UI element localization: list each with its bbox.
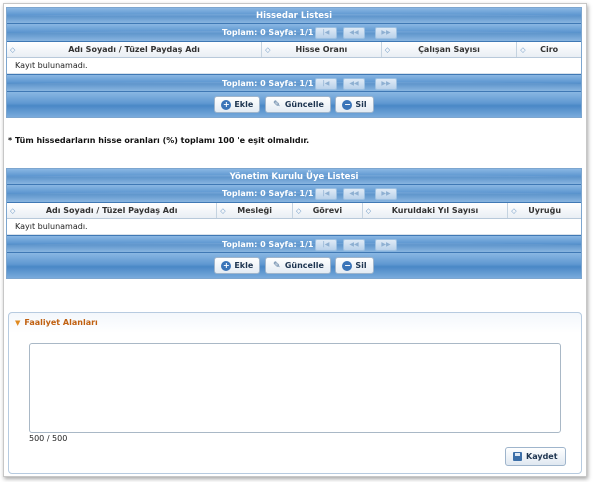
sort-icon: ◇ <box>10 46 16 54</box>
grid-title: Hissedar Listesi <box>7 8 581 24</box>
sort-icon: ◇ <box>10 207 16 215</box>
floppy-disk-icon <box>513 452 522 461</box>
column-header[interactable]: ◇ Kuruldaki Yıl Sayısı <box>363 203 509 218</box>
pencil-icon: ✎ <box>273 99 281 110</box>
sort-icon: ◇ <box>384 46 391 54</box>
minus-icon: − <box>342 99 353 110</box>
grid-title: Yönetim Kurulu Üye Listesi <box>7 169 581 185</box>
sort-icon: ◇ <box>265 46 271 54</box>
sort-icon: ◇ <box>220 207 226 215</box>
first-page-button[interactable]: |◀ <box>315 78 337 90</box>
next-page-button[interactable]: ▶▶ <box>375 27 397 39</box>
validation-note: * Tüm hissedarların hisse oranları (%) t… <box>8 136 310 145</box>
plus-icon: + <box>221 99 232 110</box>
sort-icon: ◇ <box>520 46 526 54</box>
pager-bottom: Toplam: 0 Sayfa: 1/1 |◀ ◀◀ ▶▶ <box>7 235 581 253</box>
sort-icon: ◇ <box>296 207 302 215</box>
pencil-icon: ✎ <box>273 260 281 271</box>
board-grid: Yönetim Kurulu Üye Listesi Toplam: 0 Say… <box>6 168 582 279</box>
pager-info: Toplam: 0 Sayfa: 1/1 <box>222 79 314 88</box>
prev-page-button[interactable]: ◀◀ <box>343 27 365 39</box>
pager-top: Toplam: 0 Sayfa: 1/1 |◀ ◀◀ ▶▶ <box>7 24 581 42</box>
column-header[interactable]: ◇ Hisse Oranı <box>262 42 382 57</box>
first-page-button[interactable]: |◀ <box>315 239 337 251</box>
activity-fieldset: ▼ Faaliyet Alanları 500 / 500 Kaydet <box>8 312 582 474</box>
column-header[interactable]: ◇ Görevi <box>293 203 363 218</box>
pager-bottom: Toplam: 0 Sayfa: 1/1 |◀ ◀◀ ▶▶ <box>7 74 581 92</box>
pager-info: Toplam: 0 Sayfa: 1/1 <box>222 28 314 37</box>
prev-page-button[interactable]: ◀◀ <box>343 239 365 251</box>
activity-textarea[interactable] <box>29 343 561 433</box>
shareholder-grid: Hissedar Listesi Toplam: 0 Sayfa: 1/1 |◀… <box>6 7 582 118</box>
column-header[interactable]: ◇ Mesleği <box>217 203 293 218</box>
fieldset-legend[interactable]: ▼ Faaliyet Alanları <box>15 318 98 327</box>
prev-page-button[interactable]: ◀◀ <box>343 78 365 90</box>
collapse-arrow-icon[interactable]: ▼ <box>15 319 20 327</box>
delete-button[interactable]: − Sil <box>335 257 374 274</box>
action-bar: + Ekle ✎ Güncelle − Sil <box>7 92 581 117</box>
first-page-button[interactable]: |◀ <box>315 27 337 39</box>
next-page-button[interactable]: ▶▶ <box>375 239 397 251</box>
column-header-row: ◇ Adı Soyadı / Tüzel Paydaş Adı ◇ Mesleği … <box>7 203 581 219</box>
sort-icon: ◇ <box>365 207 372 215</box>
column-header-row: ◇ Adı Soyadı / Tüzel Paydaş Adı ◇ Hisse Or… <box>7 42 581 58</box>
delete-button[interactable]: − Sil <box>335 96 374 113</box>
pager-info: Toplam: 0 Sayfa: 1/1 <box>222 189 314 198</box>
column-header[interactable]: ◇ Ciro <box>517 42 581 57</box>
sort-icon: ◇ <box>511 207 517 215</box>
add-button[interactable]: + Ekle <box>214 257 261 274</box>
pager-info: Toplam: 0 Sayfa: 1/1 <box>222 240 314 249</box>
add-button[interactable]: + Ekle <box>214 96 261 113</box>
pager-top: Toplam: 0 Sayfa: 1/1 |◀ ◀◀ ▶▶ <box>7 185 581 203</box>
action-bar: + Ekle ✎ Güncelle − Sil <box>7 253 581 278</box>
column-header[interactable]: ◇ Uyruğu <box>508 203 581 218</box>
save-button[interactable]: Kaydet <box>505 447 566 466</box>
column-header[interactable]: ◇ Çalışan Sayısı <box>382 42 518 57</box>
update-button[interactable]: ✎ Güncelle <box>264 257 331 274</box>
first-page-button[interactable]: |◀ <box>315 188 337 200</box>
next-page-button[interactable]: ▶▶ <box>375 188 397 200</box>
column-header[interactable]: ◇ Adı Soyadı / Tüzel Paydaş Adı <box>7 203 218 218</box>
plus-icon: + <box>221 260 232 271</box>
next-page-button[interactable]: ▶▶ <box>375 78 397 90</box>
column-header[interactable]: ◇ Adı Soyadı / Tüzel Paydaş Adı <box>7 42 263 57</box>
prev-page-button[interactable]: ◀◀ <box>343 188 365 200</box>
empty-message: Kayıt bulunamadı. <box>7 58 581 74</box>
minus-icon: − <box>342 260 353 271</box>
empty-message: Kayıt bulunamadı. <box>7 219 581 235</box>
char-counter: 500 / 500 <box>29 434 68 443</box>
update-button[interactable]: ✎ Güncelle <box>264 96 331 113</box>
